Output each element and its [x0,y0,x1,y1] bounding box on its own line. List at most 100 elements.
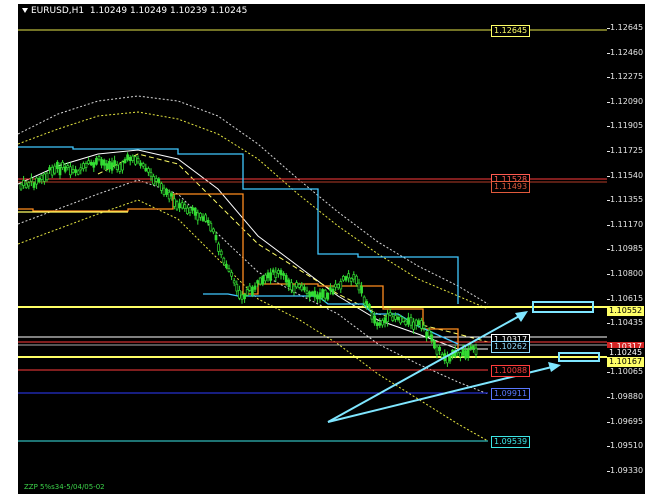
chart-canvas[interactable] [18,4,607,494]
candle-body [310,291,314,296]
candle-body [370,312,374,320]
candle-body [97,156,101,160]
candle-body [266,272,270,279]
candle-body [284,275,288,283]
candle-body [193,207,197,216]
level-label: 1.12645 [491,25,531,37]
menu-triangle-icon[interactable] [22,8,28,13]
candle-body [209,222,213,232]
candle-body [297,284,301,288]
level-label: 1.10262 [491,341,531,353]
candle-body [342,275,345,281]
candle-body [440,353,444,358]
middle-ma [18,149,488,350]
candle-body [141,163,145,167]
candle-body [48,167,51,171]
chart-symbol: EURUSD,H1 [31,6,85,16]
candle-body [355,275,358,285]
candle-body [243,294,246,300]
candle-body [19,183,23,190]
candle-body [349,278,353,282]
candle-body [204,214,207,222]
candle-body [214,235,218,241]
candle-body [188,207,192,214]
candle-body [409,317,413,326]
axis-tick-label: 1.12645 [610,23,644,32]
chart-header: EURUSD,H1 1.10249 1.10249 1.10239 1.1024… [22,6,247,16]
candle-body [427,330,431,337]
price-axis[interactable]: 1.12645 1.12460 1.12275 1.12090 1.11905 1.117… [607,4,645,494]
candle-body [154,178,158,182]
axis-tick-label: 1.09695 [610,416,644,426]
candle-body [352,274,356,280]
candle-body [305,290,309,294]
price-chart[interactable]: EURUSD,H1 1.10249 1.10249 1.10239 1.1024… [18,4,607,494]
candle-body [417,320,421,326]
axis-price-tag: 1.10552 [607,306,645,316]
candle-body [425,331,428,339]
candle-body [230,272,233,277]
candle-body [128,156,132,162]
candle-body [87,160,90,165]
candle-body [274,271,278,278]
candle-body [108,160,111,170]
candle-body [331,288,335,295]
candle-body [53,165,57,174]
candle-body [89,161,93,166]
candle-body [71,169,75,173]
candle-body [37,178,41,183]
candle-body [232,280,236,284]
candle-body [261,275,265,285]
candle-body [407,317,410,325]
candle-body [303,286,306,291]
candle-body [334,283,337,288]
candle-body [412,321,415,330]
candle-body [248,285,252,291]
candle-body [300,285,304,291]
candle-body [212,228,215,233]
candle-body [121,161,124,171]
candle-body [173,198,176,207]
candle-body [147,168,150,173]
candle-body [420,320,423,329]
candle-body [466,349,470,358]
candle-body [326,292,330,300]
candle-body [375,322,379,327]
horizontal-levels [18,29,607,442]
candle-body [66,165,70,169]
candle-body [82,163,85,169]
candle-body [362,296,366,304]
candle-body [368,304,371,309]
candle-body [391,316,395,321]
candle-body [253,285,257,290]
candle-body [100,159,103,166]
envelope-bands [18,95,489,442]
axis-tick-label: 1.10800 [610,269,644,278]
candle-body [27,182,31,187]
candle-body [430,334,434,342]
candle-body [45,172,49,181]
axis-tick-label: 1.09880 [610,392,644,401]
candle-body [316,294,319,300]
candle-body [474,347,478,355]
axis-tick-label: 1.10065 [610,367,644,377]
candle-body [258,277,262,285]
candle-body [240,294,244,300]
candle-body [165,188,168,195]
candle-body [92,162,96,168]
candle-body [318,292,322,300]
candle-body [30,177,33,182]
axis-tick-label: 1.10435 [610,318,644,328]
candle-body [435,346,439,355]
candle-body [378,322,382,326]
candle-body [56,161,59,170]
candle-body [225,263,228,268]
level-label: 1.10088 [491,365,531,377]
candle-body [433,340,436,349]
candle-body [144,167,148,172]
candle-body [79,167,83,171]
candle-body [95,158,98,165]
level-label: 1.09539 [491,436,531,448]
axis-tick-label: 1.09330 [610,465,644,475]
zigzag-label: ZZP 5%s34-5/04/05-02 [24,483,105,491]
